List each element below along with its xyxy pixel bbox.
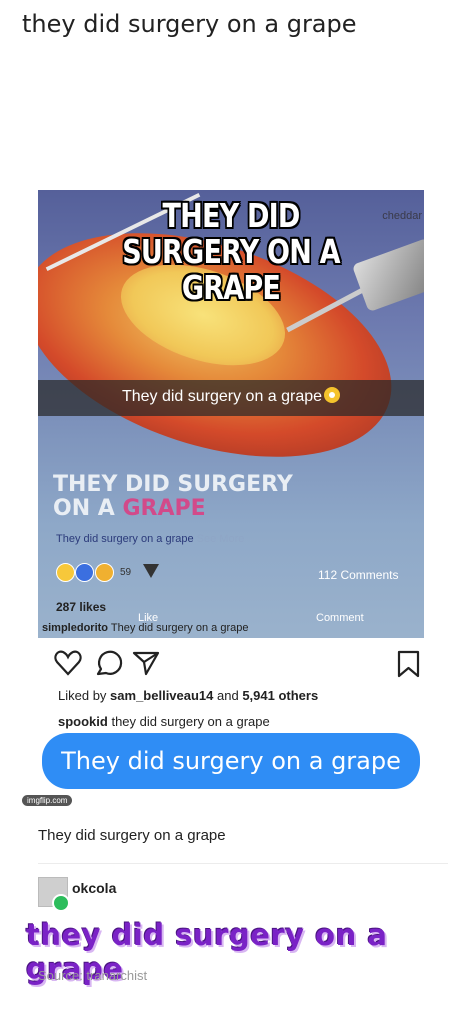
liked-by-suffix: and (213, 688, 243, 703)
heart-icon[interactable] (54, 650, 82, 676)
meme-caption-line2: SURGERY ON A GRAPE (122, 232, 340, 307)
fb-see-more-link: See More (196, 533, 245, 545)
source-link[interactable]: Source: tranarchist (38, 968, 147, 983)
cheddar-watermark: cheddar (382, 210, 422, 222)
likes-count: 287 likes (56, 600, 107, 614)
overlay-line2-a: ON A (53, 496, 123, 521)
liked-by-prefix: Liked by (58, 688, 111, 703)
snapchat-caption: They did surgery on a grape (38, 387, 424, 406)
meme-image: THEY DID SURGERY ON A GRAPE cheddar They… (38, 190, 424, 638)
fb-comments-count: 112 Comments (318, 568, 399, 582)
overlay-line2-b: GRAPE (122, 496, 206, 521)
liked-by-others[interactable]: 5,941 others (242, 688, 318, 703)
ig-snippet-user: simpledorito (42, 622, 109, 634)
liked-by-user[interactable]: sam_belliveau14 (110, 688, 213, 703)
meme-caption: THEY DID SURGERY ON A GRAPE (73, 198, 390, 306)
ig-caption-line: spookid they did surgery on a grape (58, 714, 270, 729)
meme-caption-line1: THEY DID (162, 196, 300, 235)
reblog-badge-icon (52, 894, 70, 912)
comment-icon[interactable] (96, 650, 123, 676)
share-icon[interactable] (132, 651, 160, 676)
reaction-icons (56, 563, 114, 587)
reaction-count: 59 (120, 567, 132, 578)
overlay-line1: THEY DID SURGERY (53, 472, 293, 497)
ig-caption-snippet: simpledorito They did surgery on a grape (42, 622, 248, 634)
reblog-username[interactable]: okcola (72, 880, 116, 896)
flushed-emoji-icon (324, 387, 341, 403)
fb-caption-text: They did surgery on a grape (56, 533, 194, 545)
video-overlay-title: THEY DID SURGERY ON A GRAPE (53, 473, 293, 521)
post-title: they did surgery on a grape (22, 10, 357, 38)
ig-snippet-text: They did surgery on a grape (110, 622, 249, 634)
imgflip-watermark: imgflip.com (22, 795, 73, 806)
instagram-actions (54, 650, 420, 678)
fb-comment-label: Comment (316, 612, 364, 624)
imessage-bubble: They did surgery on a grape (42, 733, 420, 789)
wow-reaction-icon (94, 563, 114, 582)
bookmark-icon[interactable] (397, 650, 420, 678)
share-arrow-icon (143, 564, 159, 578)
like-reaction-icon (75, 563, 95, 582)
snapchat-caption-text: They did surgery on a grape (121, 388, 323, 405)
plain-text-line: They did surgery on a grape (38, 827, 226, 844)
liked-by-line: Liked by sam_belliveau14 and 5,941 other… (58, 688, 318, 703)
fb-caption: They did surgery on a grape See More (56, 533, 244, 545)
caption-text: they did surgery on a grape (107, 714, 270, 729)
divider (38, 863, 448, 864)
haha-reaction-icon (56, 563, 75, 582)
caption-user[interactable]: spookid (58, 714, 108, 729)
